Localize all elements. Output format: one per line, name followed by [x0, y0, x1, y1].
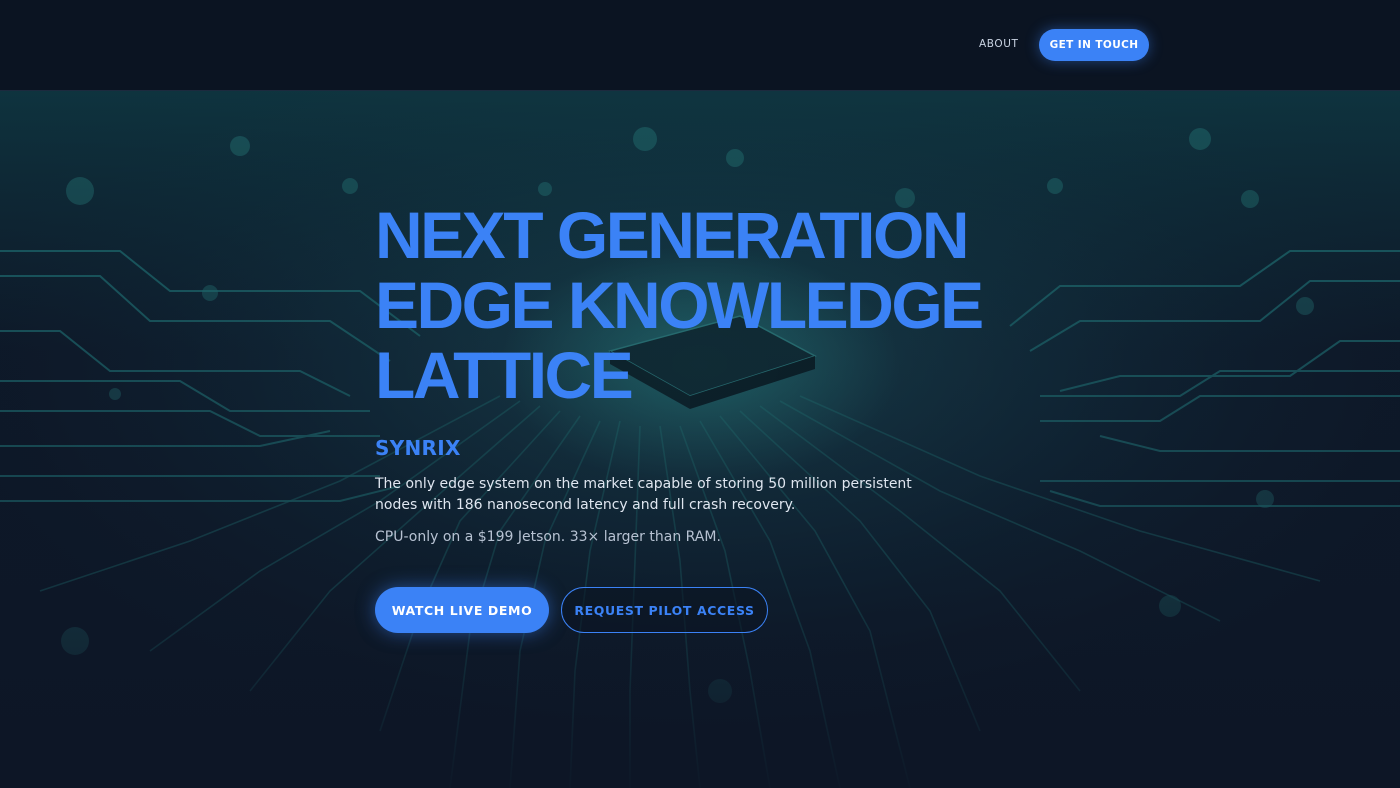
get-in-touch-button[interactable]: GET IN TOUCH [1039, 29, 1149, 61]
brand-name: SYNRIX [375, 436, 461, 460]
watch-live-demo-button[interactable]: WATCH LIVE DEMO [375, 587, 549, 633]
hero-section: NEXT GENERATION EDGE KNOWLEDGE LATTICE S… [375, 200, 1075, 548]
hero-headline: NEXT GENERATION EDGE KNOWLEDGE LATTICE [375, 200, 1075, 410]
nav-about-link[interactable]: ABOUT [979, 38, 1019, 50]
headline-line-3: LATTICE [375, 338, 634, 412]
hero-subtext: CPU-only on a $199 Jetson. 33× larger th… [375, 529, 721, 545]
hero-description: The only edge system on the market capab… [375, 476, 912, 513]
headline-line-1: NEXT GENERATION [375, 198, 969, 272]
landing-page: ABOUT GET IN TOUCH NEXT GENERATION EDGE … [0, 0, 1400, 788]
hero-buttons: WATCH LIVE DEMO REQUEST PILOT ACCESS [375, 587, 768, 633]
top-navbar: ABOUT GET IN TOUCH [0, 0, 1400, 91]
headline-line-2: EDGE KNOWLEDGE [375, 268, 984, 342]
request-pilot-access-button[interactable]: REQUEST PILOT ACCESS [561, 587, 768, 633]
